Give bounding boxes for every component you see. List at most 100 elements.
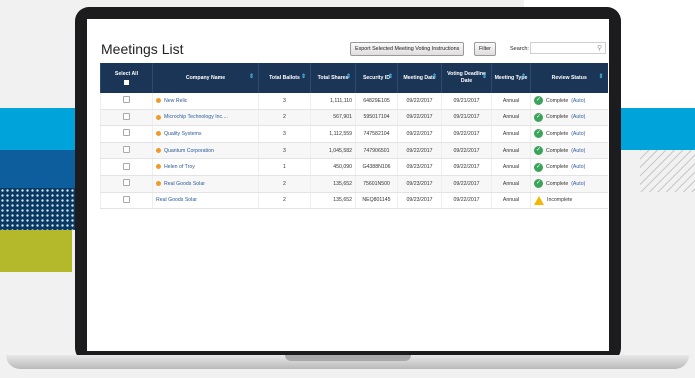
company-link[interactable]: Quantum Corporation (164, 148, 214, 154)
company-link[interactable]: Microchip Technology Inc.... (164, 114, 228, 120)
ballots-cell: 2 (258, 175, 311, 193)
row-checkbox[interactable] (123, 112, 130, 120)
meeting-date-header[interactable]: Meeting Date ⇕ (397, 63, 442, 93)
ballots-cell: 3 (258, 125, 311, 143)
meeting-type-cell: Annual (491, 175, 531, 193)
ballots-cell: 2 (258, 109, 311, 127)
company-cell: Real Goods Solar (152, 192, 259, 210)
table-row[interactable]: New Relic 3 1,111,110 64829E105 09/22/2017 09… (100, 93, 608, 110)
auto-label: (Auto) (571, 130, 586, 137)
row-checkbox[interactable] (123, 96, 130, 104)
security-cell: 747582104 (355, 125, 398, 143)
status-text: Complete (546, 130, 569, 137)
company-link[interactable]: Real Goods Solar (156, 197, 197, 203)
row-checkbox[interactable] (123, 146, 130, 154)
laptop-base-notch (285, 355, 411, 361)
page-title: Meetings List (101, 41, 184, 57)
meeting-type-header[interactable]: Meeting Type ⇕ (491, 63, 531, 93)
export-instructions-button[interactable]: Export Selected Meeting Voting Instructi… (350, 42, 465, 56)
security-cell: 75601N500 (355, 175, 398, 193)
sort-arrows-icon[interactable]: ⇕ (521, 74, 526, 81)
orange-dot-icon (156, 131, 161, 137)
backdrop-cyan-right (622, 108, 695, 150)
shares-header[interactable]: Total Shares ⇕ (310, 63, 356, 93)
sort-arrows-icon[interactable]: ⇕ (301, 74, 306, 81)
sort-arrows-icon[interactable]: ⇕ (388, 74, 393, 81)
review-status-cell: Incomplete (530, 192, 608, 210)
table-header-row: Select All Company Name ⇕ Total Ballots ⇕ … (100, 63, 608, 93)
review-status-header[interactable]: Review Status ⇕ (530, 63, 608, 93)
company-cell: Quantum Corporation (152, 142, 259, 160)
review-status-cell: ✓ Complete (Auto) (530, 109, 608, 127)
table-row[interactable]: Helen of Troy 1 450,090 G4388N106 09/23/2017… (100, 158, 608, 176)
meeting-type-cell: Annual (491, 93, 531, 110)
shares-cell: 1,111,110 (310, 93, 356, 110)
deadline-cell: 09/21/2017 (441, 93, 492, 110)
row-checkbox[interactable] (123, 129, 130, 137)
company-cell: Microchip Technology Inc.... (152, 109, 259, 127)
row-select-cell (100, 109, 153, 127)
warning-triangle-icon (534, 195, 544, 205)
row-checkbox[interactable] (123, 195, 130, 203)
check-circle-icon: ✓ (534, 129, 543, 139)
search-input[interactable] (530, 42, 606, 54)
security-cell: 64829E105 (355, 93, 398, 110)
orange-dot-icon (156, 114, 161, 120)
meeting-type-cell: Annual (491, 109, 531, 127)
company-link[interactable]: Real Goods Solar (164, 181, 205, 187)
backdrop-lime-block (0, 230, 72, 272)
ballots-header[interactable]: Total Ballots ⇕ (258, 63, 311, 93)
shares-cell: 135,652 (310, 175, 356, 193)
search-icon: ⚲ (597, 45, 603, 52)
table-row[interactable]: Real Goods Solar 2 135,652 NEQ801145 09/23/2… (100, 192, 608, 210)
sort-arrows-icon[interactable]: ⇕ (482, 74, 487, 81)
meeting-date-cell: 09/23/2017 (397, 175, 442, 193)
filter-button[interactable]: Filter (474, 42, 496, 56)
meetings-table: Select All Company Name ⇕ Total Ballots ⇕ … (100, 63, 608, 210)
deadline-cell: 09/22/2017 (441, 142, 492, 160)
company-link[interactable]: New Relic (164, 98, 187, 104)
row-select-cell (100, 93, 153, 110)
meeting-date-cell: 09/22/2017 (397, 109, 442, 127)
meeting-date-cell: 09/23/2017 (397, 192, 442, 210)
row-checkbox[interactable] (123, 162, 130, 170)
sort-arrows-icon[interactable]: ⇕ (249, 74, 254, 81)
deadline-header[interactable]: Voting Deadline Date ⇕ (441, 63, 492, 93)
sort-arrows-icon[interactable]: ⇕ (598, 74, 603, 81)
security-cell: 747906501 (355, 142, 398, 160)
check-circle-icon: ✓ (534, 162, 543, 172)
meeting-date-cell: 09/23/2017 (397, 158, 442, 176)
company-cell: Helen of Troy (152, 158, 259, 176)
shares-cell: 450,090 (310, 158, 356, 176)
backdrop-hatch-pattern (640, 150, 695, 192)
meeting-date-cell: 09/22/2017 (397, 93, 442, 110)
meeting-type-cell: Annual (491, 142, 531, 160)
deadline-cell: 09/22/2017 (441, 192, 492, 210)
laptop-screen: Meetings List Export Selected Meeting Vo… (87, 19, 609, 351)
table-row[interactable]: Real Goods Solar 2 135,652 75601N500 09/23/2… (100, 175, 608, 193)
company-cell: Quality Systems (152, 125, 259, 143)
check-circle-icon: ✓ (534, 112, 543, 122)
select-all-header[interactable]: Select All (100, 63, 153, 93)
company-link[interactable]: Quality Systems (164, 131, 201, 137)
table-row[interactable]: Quantum Corporation 3 1,045,582 747906501 09… (100, 142, 608, 160)
status-text: Complete (546, 114, 569, 121)
review-status-cell: ✓ Complete (Auto) (530, 142, 608, 160)
row-checkbox[interactable] (123, 179, 130, 187)
table-row[interactable]: Microchip Technology Inc.... 2 567,901 5950… (100, 109, 608, 127)
table-row[interactable]: Quality Systems 3 1,112,559 747582104 09/22/… (100, 125, 608, 143)
backdrop-navy-block (0, 150, 80, 188)
security-header[interactable]: Security ID ⇕ (355, 63, 398, 93)
select-all-checkbox[interactable] (124, 80, 129, 85)
ballots-cell: 3 (258, 93, 311, 110)
security-cell: G4388N106 (355, 158, 398, 176)
shares-cell: 1,045,582 (310, 142, 356, 160)
company-link[interactable]: Helen of Troy (164, 164, 195, 170)
sort-arrows-icon[interactable]: ⇕ (346, 74, 351, 81)
company-header[interactable]: Company Name ⇕ (152, 63, 259, 93)
sort-arrows-icon[interactable]: ⇕ (432, 74, 437, 81)
company-cell: Real Goods Solar (152, 175, 259, 193)
check-circle-icon: ✓ (534, 96, 543, 106)
security-cell: NEQ801145 (355, 192, 398, 210)
shares-cell: 567,901 (310, 109, 356, 127)
